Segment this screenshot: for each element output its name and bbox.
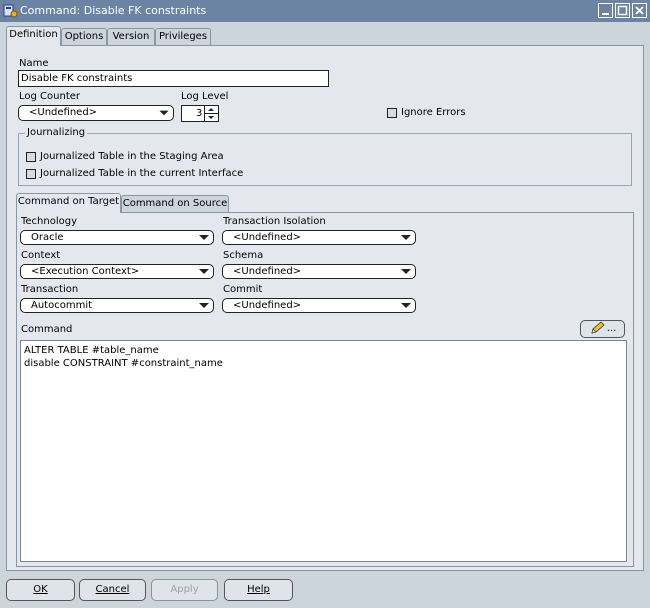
- journalized-staging-checkbox[interactable]: [26, 152, 36, 162]
- chevron-down-icon: [199, 269, 209, 274]
- log-level-stepper[interactable]: 3: [181, 105, 219, 122]
- chevron-down-icon: [401, 235, 411, 240]
- tab-command-on-target[interactable]: Command on Target: [16, 193, 121, 213]
- edit-command-ellipsis: ...: [606, 323, 617, 334]
- tab-command-on-source[interactable]: Command on Source: [121, 195, 229, 213]
- title-bar: Command: Disable FK constraints: [0, 0, 650, 22]
- transaction-value: Autocommit: [31, 300, 93, 311]
- app-icon: [3, 4, 18, 18]
- schema-select[interactable]: <Undefined>: [222, 264, 416, 279]
- schema-label: Schema: [223, 250, 264, 261]
- maximize-button[interactable]: [615, 3, 630, 18]
- tab-privileges[interactable]: Privileges: [155, 28, 211, 46]
- log-level-value: 3: [196, 108, 203, 119]
- commit-value: <Undefined>: [233, 300, 302, 311]
- pencil-icon: [591, 321, 605, 334]
- ignore-errors-checkbox[interactable]: [387, 108, 397, 118]
- journalized-staging-label: Journalized Table in the Staging Area: [40, 151, 224, 162]
- tab-definition[interactable]: Definition: [6, 26, 61, 46]
- chevron-down-icon: [401, 303, 411, 308]
- context-value: <Execution Context>: [31, 266, 140, 277]
- cancel-label: Cancel: [95, 584, 130, 595]
- command-label: Command: [21, 324, 73, 335]
- tab-options[interactable]: Options: [61, 28, 107, 46]
- help-button[interactable]: Help: [224, 579, 293, 601]
- command-line-2: disable CONSTRAINT #constraint_name: [24, 358, 223, 369]
- maximize-icon: [617, 5, 628, 16]
- chevron-down-icon: [199, 303, 209, 308]
- transaction-select[interactable]: Autocommit: [20, 298, 214, 313]
- context-label: Context: [21, 250, 61, 261]
- schema-value: <Undefined>: [233, 266, 302, 277]
- name-label: Name: [19, 58, 49, 69]
- apply-label: Apply: [170, 584, 199, 595]
- technology-label: Technology: [21, 216, 78, 227]
- journalized-interface-checkbox[interactable]: [26, 169, 36, 179]
- help-label: Help: [247, 584, 270, 595]
- close-button[interactable]: [632, 3, 647, 18]
- commit-select[interactable]: <Undefined>: [222, 298, 416, 313]
- log-counter-label: Log Counter: [19, 91, 81, 102]
- journalized-interface-label: Journalized Table in the current Interfa…: [40, 168, 244, 179]
- edit-command-button[interactable]: ...: [580, 320, 625, 338]
- log-counter-value: <Undefined>: [29, 107, 98, 118]
- journalizing-legend: Journalizing: [25, 127, 88, 138]
- transaction-isolation-label: Transaction Isolation: [223, 216, 326, 227]
- spinner-arrows-icon: [204, 106, 218, 121]
- cancel-button[interactable]: Cancel: [79, 579, 146, 601]
- chevron-down-icon: [159, 110, 169, 116]
- transaction-isolation-value: <Undefined>: [233, 232, 302, 243]
- apply-button[interactable]: Apply: [151, 579, 218, 601]
- ignore-errors-label: Ignore Errors: [401, 107, 466, 118]
- transaction-label: Transaction: [21, 284, 79, 295]
- window-title: Command: Disable FK constraints: [20, 4, 207, 17]
- minimize-icon: [602, 13, 609, 15]
- commit-label: Commit: [223, 284, 263, 295]
- chevron-down-icon: [401, 269, 411, 274]
- minimize-button[interactable]: [598, 3, 613, 18]
- chevron-down-icon: [199, 235, 209, 240]
- transaction-isolation-select[interactable]: <Undefined>: [222, 230, 416, 245]
- command-textarea[interactable]: ALTER TABLE #table_name disable CONSTRAI…: [20, 340, 627, 562]
- command-line-1: ALTER TABLE #table_name: [24, 345, 159, 356]
- technology-value: Oracle: [31, 232, 64, 243]
- tab-version[interactable]: Version: [107, 28, 155, 46]
- ok-label: OK: [33, 584, 48, 595]
- ok-button[interactable]: OK: [6, 579, 75, 601]
- technology-select[interactable]: Oracle: [20, 230, 214, 245]
- context-select[interactable]: <Execution Context>: [20, 264, 214, 279]
- name-input[interactable]: Disable FK constraints: [18, 70, 329, 87]
- close-icon: [635, 6, 644, 15]
- log-counter-select[interactable]: <Undefined>: [18, 105, 174, 121]
- log-level-label: Log Level: [181, 91, 229, 102]
